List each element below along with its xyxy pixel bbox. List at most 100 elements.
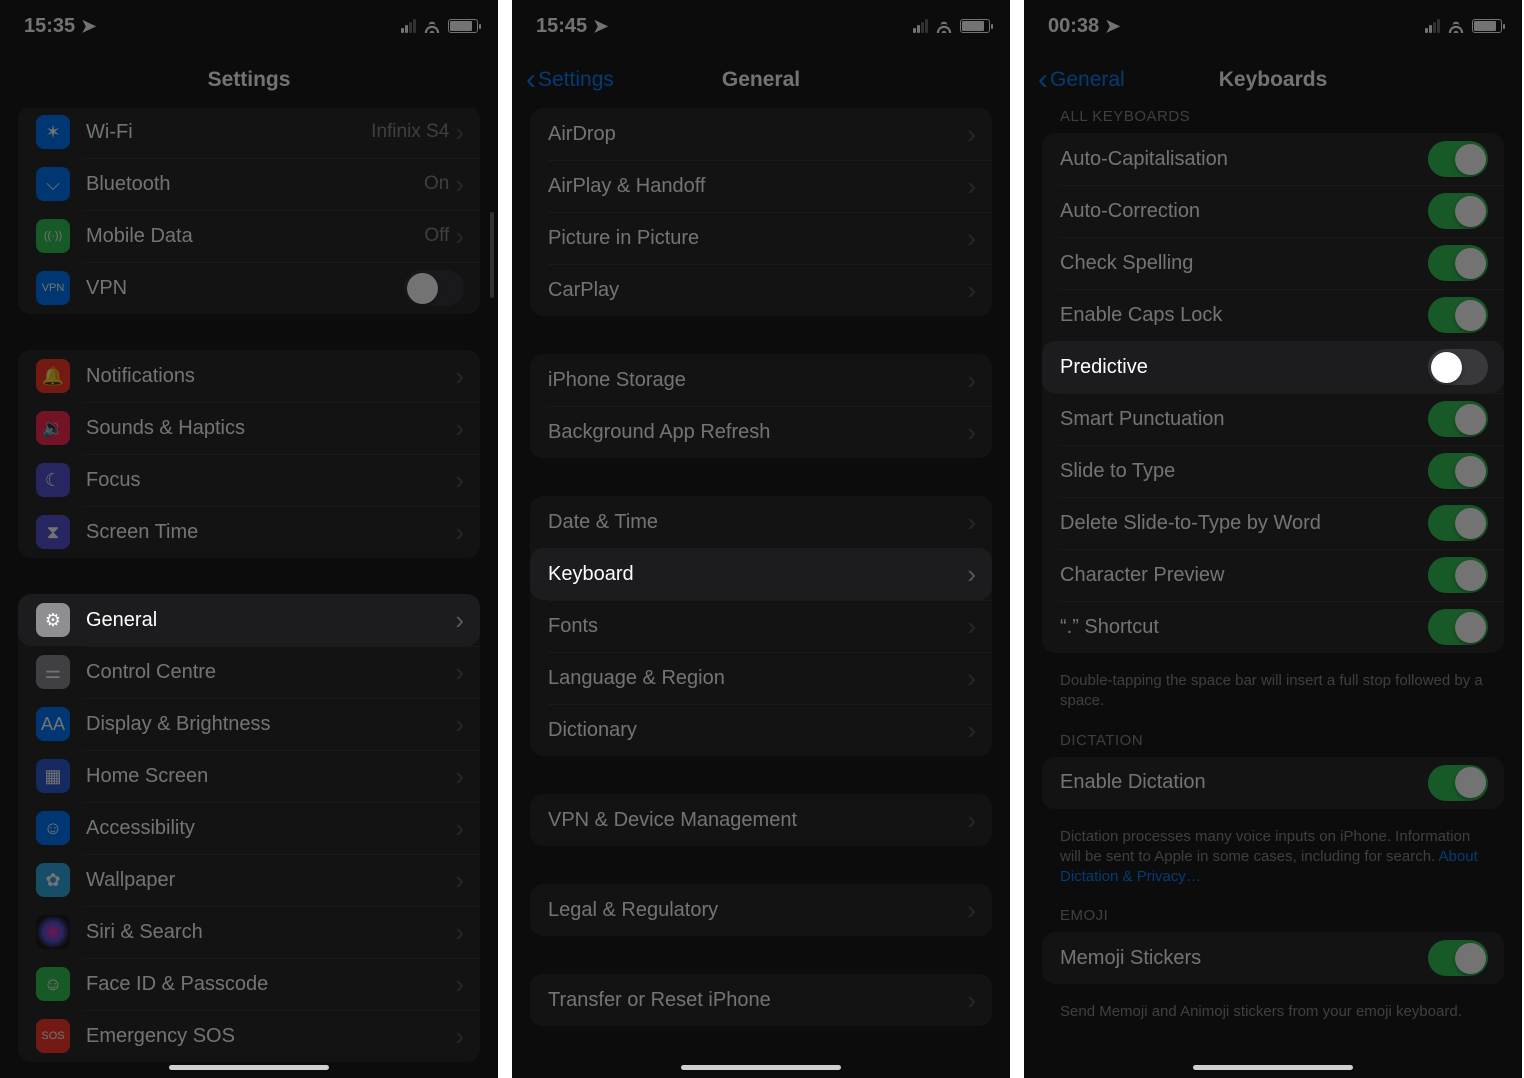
row-label: AirDrop [548,123,967,146]
row-label: Transfer or Reset iPhone [548,989,967,1012]
footer-link[interactable]: About Dictation & Privacy… [1060,848,1478,885]
toggle-shortcut[interactable] [1428,609,1488,645]
toggle-capslock[interactable] [1428,297,1488,333]
row-autocap[interactable]: Auto-Capitalisation [1042,133,1504,185]
row-mobile-data[interactable]: ((·))Mobile DataOff› [18,210,480,262]
row-label: Date & Time [548,511,967,534]
row-keyboard[interactable]: Keyboard› [530,548,992,600]
row-lang[interactable]: Language & Region› [530,652,992,704]
row-wifi[interactable]: ✶Wi-FiInfinix S4› [18,108,480,158]
toggle-delslide[interactable] [1428,505,1488,541]
row-storage[interactable]: iPhone Storage› [530,354,992,406]
row-airplay[interactable]: AirPlay & Handoff› [530,160,992,212]
toggle-charprev[interactable] [1428,557,1488,593]
row-detail: Off [424,225,449,247]
chevron-left-icon: ‹ [1038,65,1048,95]
row-spelling[interactable]: Check Spelling [1042,237,1504,289]
row-autocorrect[interactable]: Auto-Correction [1042,185,1504,237]
row-memoji[interactable]: Memoji Stickers [1042,932,1504,984]
signal-icon [1425,19,1440,33]
toggle-spelling[interactable] [1428,245,1488,281]
row-label: Check Spelling [1060,252,1428,275]
row-screentime[interactable]: ⧗Screen Time› [18,506,480,558]
row-airdrop[interactable]: AirDrop› [530,108,992,160]
toggle-slide[interactable] [1428,453,1488,489]
row-delslide[interactable]: Delete Slide-to-Type by Word [1042,497,1504,549]
moon-icon: ☾ [36,463,70,497]
row-vpn-mgmt[interactable]: VPN & Device Management› [530,794,992,846]
gear-icon: ⚙ [36,603,70,637]
row-pip[interactable]: Picture in Picture› [530,212,992,264]
row-carplay[interactable]: CarPlay› [530,264,992,316]
row-label: VPN [86,277,404,300]
settings-group: Transfer or Reset iPhone› [530,974,992,1026]
chevron-right-icon: › [455,467,464,493]
row-homescreen[interactable]: ▦Home Screen› [18,750,480,802]
row-label: Auto-Capitalisation [1060,148,1428,171]
row-shortcut[interactable]: “.” Shortcut [1042,601,1504,653]
row-label: General [86,609,455,632]
row-slide[interactable]: Slide to Type [1042,445,1504,497]
signal-icon [401,19,416,33]
back-button[interactable]: ‹General [1038,65,1125,95]
chevron-right-icon: › [455,607,464,633]
location-icon: ➤ [593,16,608,37]
toggle-vpn[interactable] [404,270,464,306]
row-label: Wallpaper [86,869,455,892]
row-dictation[interactable]: Enable Dictation [1042,757,1504,809]
row-capslock[interactable]: Enable Caps Lock [1042,289,1504,341]
back-button[interactable]: ‹Settings [526,65,614,95]
chevron-right-icon: › [967,367,976,393]
row-faceid[interactable]: ☺Face ID & Passcode› [18,958,480,1010]
toggle-predictive[interactable] [1428,349,1488,385]
row-charprev[interactable]: Character Preview [1042,549,1504,601]
chevron-right-icon: › [967,561,976,587]
row-datetime[interactable]: Date & Time› [530,496,992,548]
row-smartpunct[interactable]: Smart Punctuation [1042,393,1504,445]
clock: 00:38 [1048,15,1099,38]
row-wallpaper[interactable]: ✿Wallpaper› [18,854,480,906]
settings-group: iPhone Storage›Background App Refresh› [530,354,992,458]
chevron-right-icon: › [455,867,464,893]
toggle-memoji[interactable] [1428,940,1488,976]
chevron-left-icon: ‹ [526,65,536,95]
row-vpn[interactable]: VPNVPN [18,262,480,314]
row-control-centre[interactable]: ⚌Control Centre› [18,646,480,698]
toggle-autocorrect[interactable] [1428,193,1488,229]
section-header: Dictation [1024,732,1522,757]
toggle-smartpunct[interactable] [1428,401,1488,437]
row-siri[interactable]: Siri & Search› [18,906,480,958]
row-dict[interactable]: Dictionary› [530,704,992,756]
row-bg-refresh[interactable]: Background App Refresh› [530,406,992,458]
section-header: All Keyboards [1024,108,1522,133]
toggle-autocap[interactable] [1428,141,1488,177]
back-label: General [1050,68,1125,92]
bell-icon: 🔔 [36,359,70,393]
row-legal[interactable]: Legal & Regulatory› [530,884,992,936]
row-label: Screen Time [86,521,455,544]
row-accessibility[interactable]: ☺Accessibility› [18,802,480,854]
row-label: Dictionary [548,719,967,742]
row-sos[interactable]: SOSEmergency SOS› [18,1010,480,1062]
toggle-dictation[interactable] [1428,765,1488,801]
row-focus[interactable]: ☾Focus› [18,454,480,506]
row-transfer[interactable]: Transfer or Reset iPhone› [530,974,992,1026]
row-predictive[interactable]: Predictive [1042,341,1504,393]
row-label: Predictive [1060,356,1428,379]
status-bar: 15:45➤ [512,0,1010,52]
row-general[interactable]: ⚙ General› [18,594,480,646]
section-footer: Send Memoji and Animoji stickers from yo… [1024,994,1522,1042]
row-fonts[interactable]: Fonts› [530,600,992,652]
screenshot-3: 00:38➤‹GeneralKeyboardsAll KeyboardsAuto… [1024,0,1522,1078]
row-sounds[interactable]: 🔉Sounds & Haptics› [18,402,480,454]
row-label: Fonts [548,615,967,638]
chevron-right-icon: › [967,173,976,199]
chevron-right-icon: › [455,119,464,145]
settings-group: VPN & Device Management› [530,794,992,846]
row-notifications[interactable]: 🔔Notifications› [18,350,480,402]
battery-icon [1472,19,1502,33]
row-display[interactable]: AADisplay & Brightness› [18,698,480,750]
row-bluetooth[interactable]: ⌵BluetoothOn› [18,158,480,210]
row-label: Mobile Data [86,225,424,248]
row-label: Delete Slide-to-Type by Word [1060,512,1428,535]
